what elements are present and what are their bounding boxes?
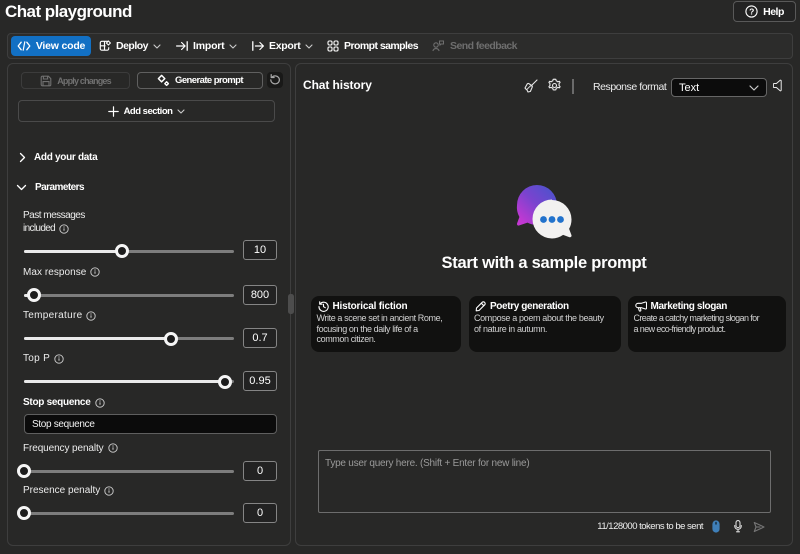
svg-text:?: ? [749,6,754,16]
